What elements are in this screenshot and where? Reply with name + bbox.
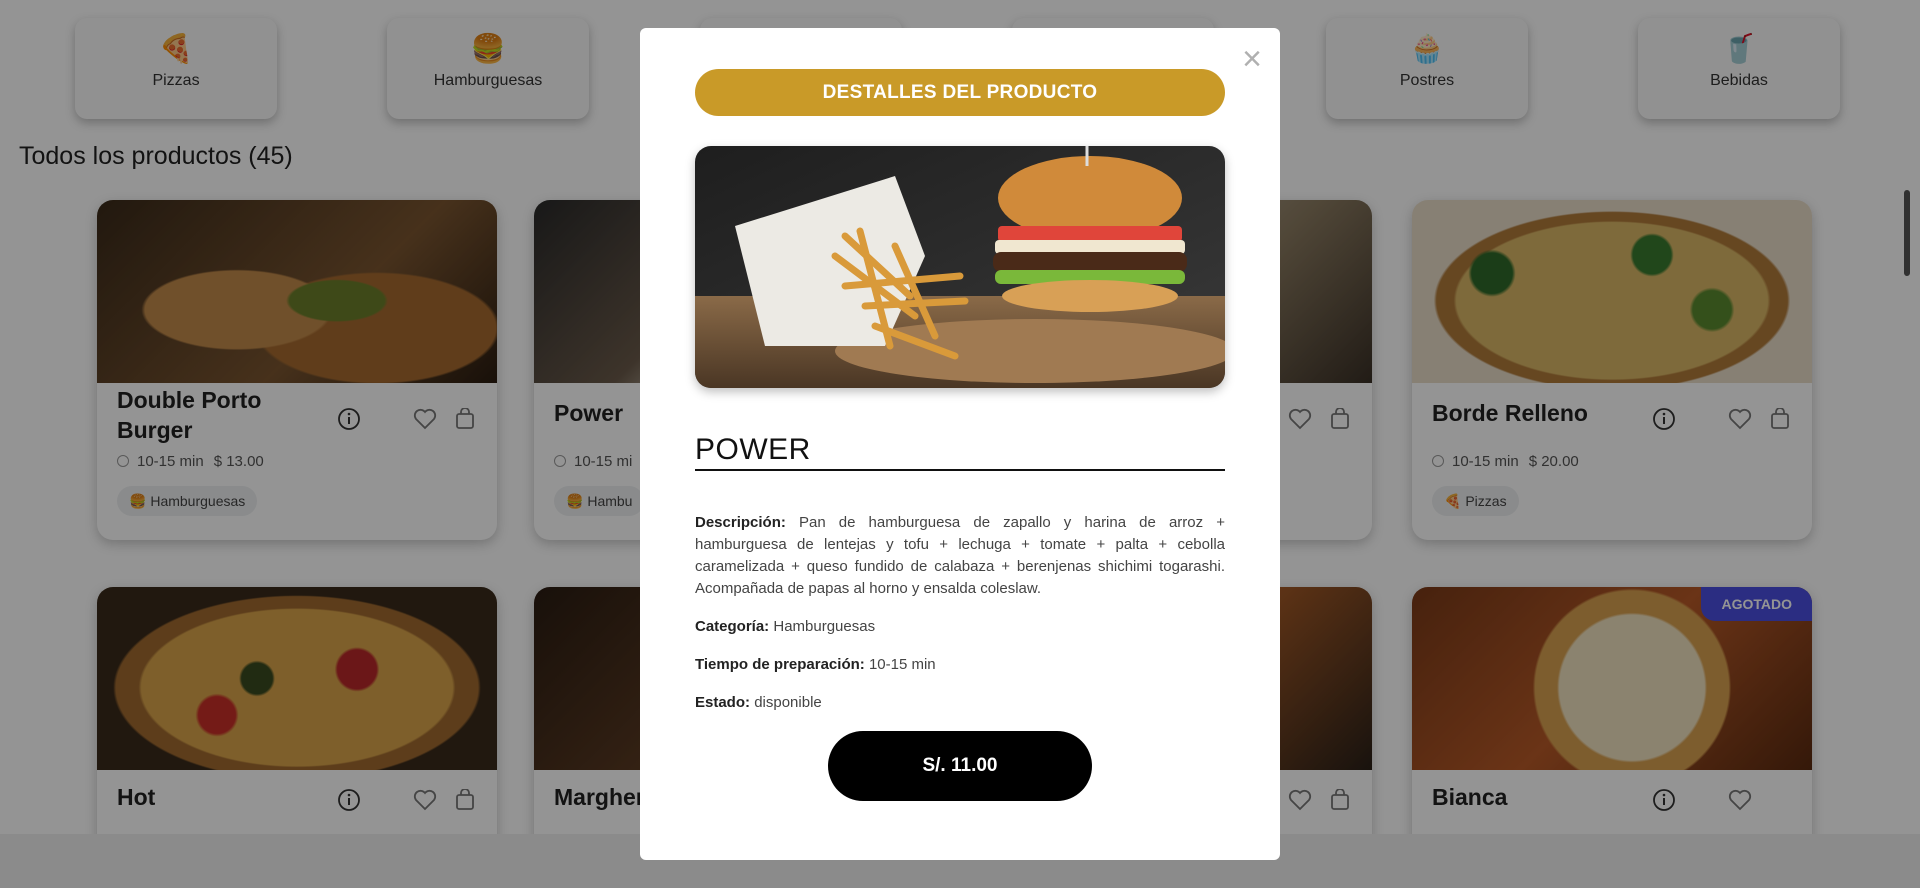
- close-icon[interactable]: ×: [1242, 42, 1262, 76]
- product-title: POWER: [695, 433, 1225, 471]
- modal-header: DESTALLES DEL PRODUCTO: [695, 69, 1225, 116]
- category-value: Hamburguesas: [773, 618, 876, 635]
- product-description: Descripción: Pan de hamburguesa de zapal…: [695, 512, 1225, 600]
- status-value: disponible: [754, 694, 822, 711]
- prep-time-value: 10-15 min: [868, 656, 936, 673]
- product-detail-modal: × DESTALLES DEL PRODUCTO POWER Descripci…: [640, 28, 1280, 860]
- prep-time-field: Tiempo de preparación: 10-15 min: [695, 656, 1225, 673]
- product-photo: [695, 146, 1225, 388]
- prep-time-label: Tiempo de preparación:: [695, 656, 865, 673]
- category-field: Categoría: Hamburguesas: [695, 618, 1225, 635]
- category-label: Categoría:: [695, 618, 770, 635]
- status-field: Estado: disponible: [695, 694, 1225, 711]
- status-label: Estado:: [695, 694, 751, 711]
- price-button[interactable]: S/. 11.00: [828, 731, 1092, 801]
- description-label: Descripción:: [695, 514, 786, 531]
